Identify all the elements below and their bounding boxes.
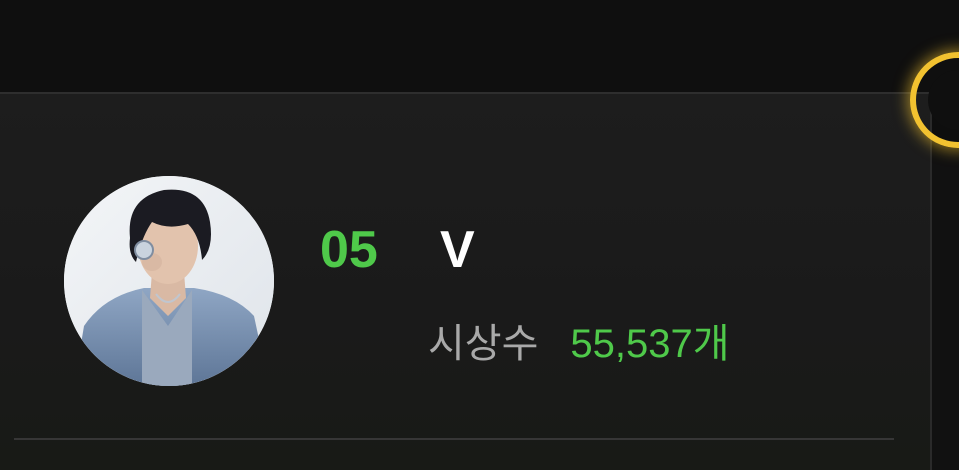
artist-avatar[interactable] [64, 176, 274, 386]
artist-photo-icon [64, 176, 274, 386]
award-count: 55,537개 [570, 322, 730, 366]
divider [14, 438, 894, 440]
award-label: 시상수 [428, 322, 539, 366]
award-row: 시상수 55,537개 [428, 316, 730, 372]
right-edge-strip [932, 150, 959, 470]
artist-name: V [440, 221, 475, 279]
rank-number: 05 [320, 221, 378, 279]
ranking-screen: 05 V 시상수 55,537개 [0, 0, 959, 470]
top-bar [0, 0, 959, 92]
